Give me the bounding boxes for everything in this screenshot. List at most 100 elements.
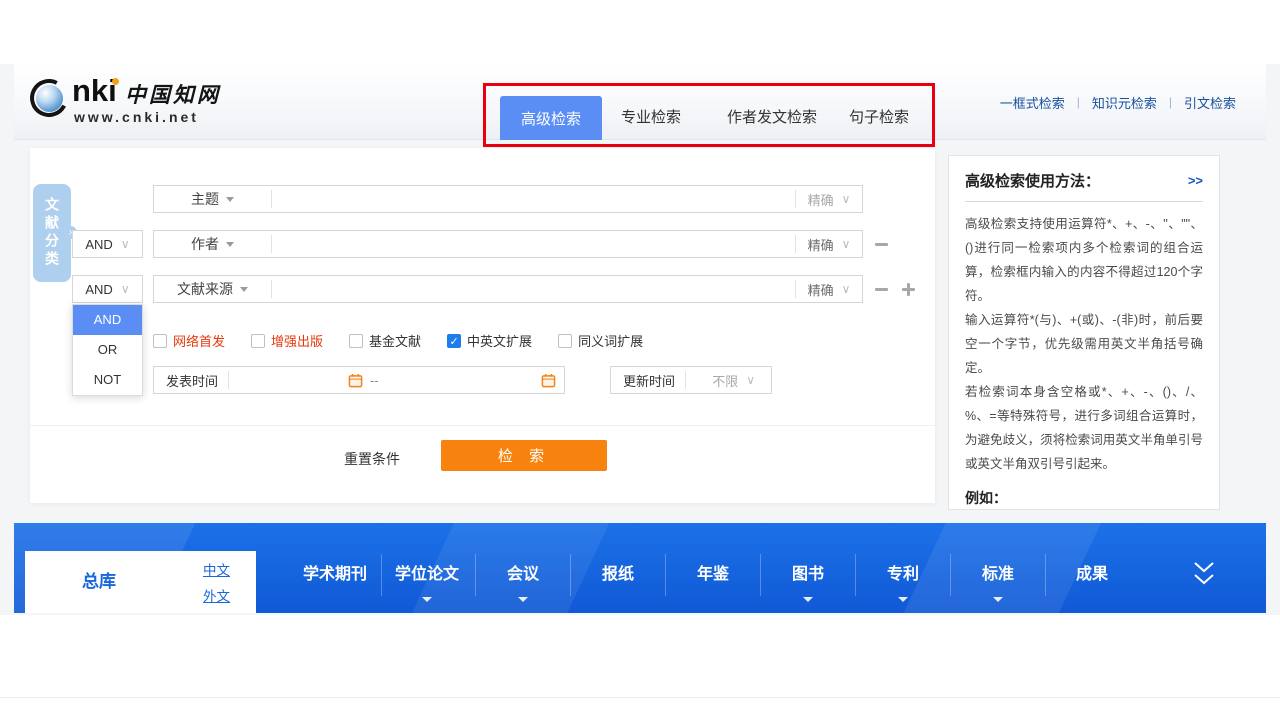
nav-item-newspapers[interactable]: 报纸 (602, 563, 634, 587)
help-paragraph: 高级检索支持使用运算符*、+、-、''、""、()进行同一检索项内多个检索词的组… (965, 212, 1203, 308)
nav-divider (855, 554, 856, 596)
source-input[interactable] (272, 276, 795, 302)
tab-author-search[interactable]: 作者发文检索 (727, 96, 817, 140)
link-one-box-search[interactable]: 一框式检索 (1000, 93, 1065, 112)
operator-option-and[interactable]: AND (73, 305, 142, 335)
link-chinese[interactable]: 中文 (203, 559, 230, 579)
nav-item-books[interactable]: 图书 (792, 563, 824, 587)
logo-orange-dot-icon (112, 78, 119, 85)
remove-row-icon[interactable] (875, 288, 888, 291)
search-row-source: 文献来源 精确 ∨ (153, 275, 863, 303)
nav-item-academic-journals[interactable]: 学术期刊 (303, 563, 367, 587)
operator-select-row2[interactable]: AND ∨ (72, 230, 143, 258)
divider (965, 201, 1203, 202)
tab-professional-search[interactable]: 专业检索 (621, 96, 681, 140)
checkbox-enhanced-publish[interactable]: 增强出版 (251, 331, 323, 350)
checkbox-label: 同义词扩展 (578, 331, 643, 350)
help-more-link[interactable]: >> (1188, 173, 1203, 188)
match-mode-label: 精确 (808, 235, 834, 254)
nav-item-dissertations[interactable]: 学位论文 (395, 563, 459, 587)
dropdown-arrow-icon (226, 197, 234, 202)
nav-dropdown-arrow-icon (898, 597, 908, 602)
nav-divider (1045, 554, 1046, 596)
field-label: 作者 (191, 234, 219, 254)
calendar-icon[interactable] (541, 373, 556, 388)
nav-divider (570, 554, 571, 596)
field-label: 文献来源 (177, 279, 233, 299)
checkbox-fund-literature[interactable]: 基金文献 (349, 331, 421, 350)
publish-time-field: 发表时间 -- (153, 366, 565, 394)
match-mode-label: 精确 (808, 190, 834, 209)
nav-item-standards[interactable]: 标准 (982, 563, 1014, 587)
caret-down-icon: ∨ (842, 282, 851, 296)
link-separator: | (1077, 95, 1080, 109)
nav-item-patents[interactable]: 专利 (887, 563, 919, 587)
search-form-card: 文献分类 › 主题 精确 ∨ AND ∨ 作者 (30, 148, 935, 503)
cnki-logo[interactable]: nki 中国知网 www.cnki.net (30, 76, 260, 132)
nav-divider (950, 554, 951, 596)
date-range-separator: -- (370, 373, 379, 388)
operator-option-or[interactable]: OR (73, 335, 142, 365)
link-citation-search[interactable]: 引文检索 (1184, 93, 1236, 112)
update-time-value: 不限 (712, 371, 738, 390)
link-knowledge-element-search[interactable]: 知识元检索 (1092, 93, 1157, 112)
author-input[interactable] (272, 231, 795, 257)
checkbox-icon (349, 334, 363, 348)
nav-divider (760, 554, 761, 596)
link-separator: | (1169, 95, 1172, 109)
total-library-card[interactable]: 总库 中文 外文 (25, 551, 256, 613)
caret-down-icon: ∨ (746, 373, 755, 387)
caret-down-icon: ∨ (842, 237, 851, 251)
checkbox-icon (558, 334, 572, 348)
expand-more-chevron-icon[interactable] (1186, 559, 1222, 598)
match-mode-label: 精确 (808, 280, 834, 299)
checkbox-network-first[interactable]: 网络首发 (153, 331, 225, 350)
calendar-icon[interactable] (348, 373, 363, 388)
tab-sentence-search[interactable]: 句子检索 (849, 96, 909, 140)
nav-dropdown-arrow-icon (422, 597, 432, 602)
checkbox-checked-icon: ✓ (447, 334, 461, 348)
logo-site-url: www.cnki.net (74, 109, 199, 125)
field-select-source[interactable]: 文献来源 (154, 279, 271, 299)
update-time-field[interactable]: 更新时间 不限 ∨ (610, 366, 772, 394)
checkbox-cn-en-extension[interactable]: ✓ 中英文扩展 (447, 331, 532, 350)
help-paragraph: 输入运算符*(与)、+(或)、-(非)时，前后要空一个字节，优先级需用英文半角括… (965, 308, 1203, 380)
caret-down-icon: ∨ (842, 192, 851, 206)
remove-row-icon[interactable] (875, 243, 888, 246)
nav-item-yearbooks[interactable]: 年鉴 (697, 563, 729, 587)
tab-advanced-search[interactable]: 高级检索 (500, 96, 602, 140)
nav-divider (665, 554, 666, 596)
match-mode-select[interactable]: 精确 ∨ (796, 190, 862, 209)
help-panel: 高级检索使用方法： >> 高级检索支持使用运算符*、+、-、''、""、()进行… (948, 155, 1220, 510)
field-select-subject[interactable]: 主题 (154, 189, 271, 209)
checkbox-label: 网络首发 (173, 331, 225, 350)
reset-conditions-button[interactable]: 重置条件 (344, 444, 400, 475)
search-row-author: 作者 精确 ∨ (153, 230, 863, 258)
search-button[interactable]: 检 索 (441, 440, 607, 471)
link-foreign[interactable]: 外文 (203, 585, 230, 605)
checkbox-label: 中英文扩展 (467, 331, 532, 350)
caret-down-icon: ∨ (121, 237, 130, 251)
total-library-label: 总库 (82, 551, 116, 613)
operator-dropdown: AND OR NOT (72, 304, 143, 396)
caret-down-icon: ∨ (121, 282, 130, 296)
match-mode-select[interactable]: 精确 ∨ (796, 235, 862, 254)
operator-select-row3[interactable]: AND ∨ (72, 275, 143, 303)
nav-item-conferences[interactable]: 会议 (507, 563, 539, 587)
nav-item-achievements[interactable]: 成果 (1076, 563, 1108, 587)
literature-classification-tab[interactable]: 文献分类 › (33, 184, 71, 282)
operator-label: AND (85, 237, 112, 252)
nav-dropdown-arrow-icon (993, 597, 1003, 602)
publish-time-label: 发表时间 (154, 371, 218, 390)
cnki-advanced-search-page: nki 中国知网 www.cnki.net 高级检索 专业检索 作者发文检索 句… (0, 0, 1280, 720)
match-mode-select[interactable]: 精确 ∨ (796, 280, 862, 299)
subject-input[interactable] (272, 186, 795, 212)
add-row-icon[interactable] (902, 283, 915, 296)
help-example-title: 例如： (965, 488, 1203, 508)
field-select-author[interactable]: 作者 (154, 234, 271, 254)
checkbox-synonym-extension[interactable]: 同义词扩展 (558, 331, 643, 350)
checkbox-icon (251, 334, 265, 348)
logo-chinese-name: 中国知网 (125, 79, 221, 109)
database-nav-bar: 总库 中文 外文 学术期刊 学位论文 会议 报纸 年鉴 图书 专利 标准 成果 (14, 523, 1266, 613)
operator-option-not[interactable]: NOT (73, 365, 142, 395)
